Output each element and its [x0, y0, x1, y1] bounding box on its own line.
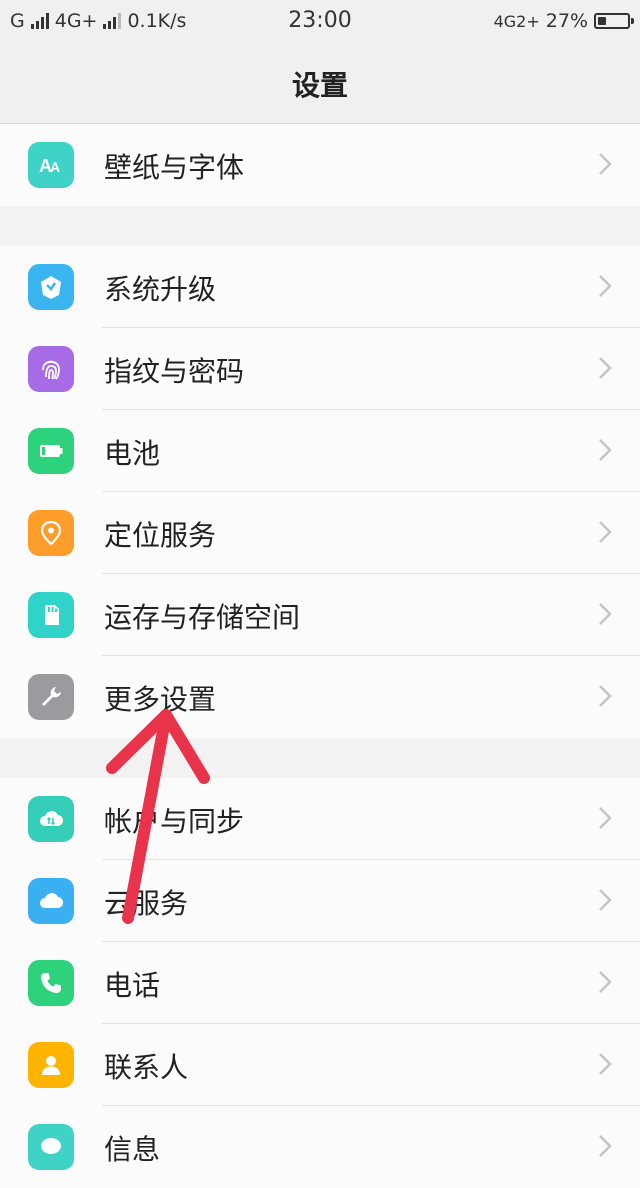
settings-item-label: 指纹与密码 [104, 355, 245, 388]
chevron-right-icon [599, 971, 612, 993]
svg-text:A: A [50, 159, 60, 175]
settings-item-label: 壁纸与字体 [104, 151, 245, 184]
settings-item-battery[interactable]: 电池 [0, 410, 640, 492]
chevron-right-icon [599, 275, 612, 297]
chevron-right-icon [599, 807, 612, 829]
wrench-icon [28, 674, 74, 720]
settings-group-2: 系统升级 指纹与密码 电池 定位服务 运存与存储空间 更多设置 [0, 246, 640, 738]
storage-icon [28, 592, 74, 638]
settings-item-label: 系统升级 [104, 273, 217, 306]
chevron-right-icon [599, 521, 612, 543]
chevron-right-icon [599, 357, 612, 379]
settings-item-label: 电话 [104, 969, 161, 1002]
chevron-right-icon [599, 889, 612, 911]
settings-item-label: 信息 [104, 1133, 161, 1166]
settings-item-location[interactable]: 定位服务 [0, 492, 640, 574]
settings-item-label: 云服务 [104, 887, 189, 920]
settings-item-phone[interactable]: 电话 [0, 942, 640, 1024]
chevron-right-icon [599, 439, 612, 461]
chevron-right-icon [599, 603, 612, 625]
fingerprint-icon [28, 346, 74, 392]
settings-item-system-update[interactable]: 系统升级 [0, 246, 640, 328]
settings-group-3: 帐户与同步 云服务 电话 联系人 信息 [0, 778, 640, 1188]
settings-item-more-settings[interactable]: 更多设置 [0, 656, 640, 738]
settings-item-label: 帐户与同步 [104, 805, 245, 838]
settings-item-label: 电池 [104, 437, 161, 470]
battery-status-icon [594, 13, 634, 29]
settings-item-contacts[interactable]: 联系人 [0, 1024, 640, 1106]
location-icon [28, 510, 74, 556]
settings-item-storage[interactable]: 运存与存储空间 [0, 574, 640, 656]
account-sync-icon [28, 796, 74, 842]
phone-icon [28, 960, 74, 1006]
status-bar: G 4G+ 0.1K/s 23:00 4G2+ 27% [0, 0, 640, 44]
chevron-right-icon [599, 685, 612, 707]
chevron-right-icon [599, 153, 612, 175]
network-type-2: 4G2+ [493, 11, 540, 31]
system-update-icon [28, 264, 74, 310]
settings-item-wallpaper-font[interactable]: AA 壁纸与字体 [0, 124, 640, 206]
wallpaper-font-icon: AA [28, 142, 74, 188]
chevron-right-icon [599, 1053, 612, 1075]
title-bar: 设置 [0, 44, 640, 124]
settings-item-fingerprint[interactable]: 指纹与密码 [0, 328, 640, 410]
settings-item-label: 定位服务 [104, 519, 217, 552]
settings-item-label: 更多设置 [104, 683, 217, 716]
settings-item-messages[interactable]: 信息 [0, 1106, 640, 1188]
page-title: 设置 [291, 69, 348, 102]
cloud-icon [28, 878, 74, 924]
message-icon [28, 1124, 74, 1170]
settings-item-label: 联系人 [104, 1051, 189, 1084]
settings-item-label: 运存与存储空间 [104, 601, 301, 634]
settings-item-cloud-service[interactable]: 云服务 [0, 860, 640, 942]
settings-group-1: AA 壁纸与字体 [0, 124, 640, 206]
battery-percent: 27% [545, 10, 588, 32]
battery-icon [28, 428, 74, 474]
contacts-icon [28, 1042, 74, 1088]
settings-item-account-sync[interactable]: 帐户与同步 [0, 778, 640, 860]
